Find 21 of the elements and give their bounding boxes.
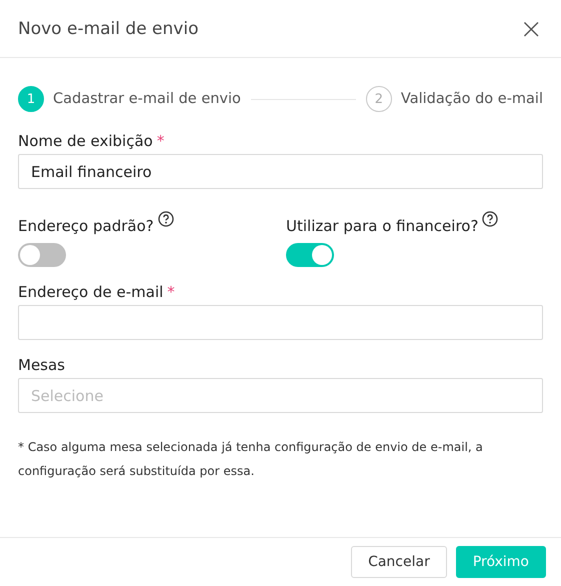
input-field[interactable]: Email financeiro bbox=[18, 154, 543, 189]
note-text: * Caso alguma mesa selecionada já tenha configuração de envio de e-mail, a configuração será substituída por essa. bbox=[18, 439, 484, 480]
toggle-switch[interactable] bbox=[18, 243, 66, 267]
dialog-title: Novo e-mail de envio bbox=[18, 18, 198, 38]
toggle-label: Utilizar para o financeiro? bbox=[286, 217, 478, 235]
step-number: 2 bbox=[366, 86, 392, 112]
toggle-label: Endereço padrão? bbox=[18, 217, 154, 235]
field-label: Nome de exibição bbox=[18, 132, 153, 150]
help-icon[interactable] bbox=[158, 211, 174, 227]
field-label: Mesas bbox=[18, 356, 65, 374]
required-asterisk: * bbox=[156, 132, 164, 150]
step-label: Validação do e-mail bbox=[400, 91, 543, 107]
input-field[interactable] bbox=[18, 305, 543, 340]
field-label: Endereço de e-mail bbox=[18, 283, 164, 301]
cancel-button[interactable]: Cancelar bbox=[351, 546, 447, 578]
input-field[interactable]: Selecione bbox=[18, 378, 543, 413]
required-asterisk: * bbox=[167, 283, 175, 301]
toggle-switch[interactable] bbox=[286, 243, 334, 267]
help-icon[interactable] bbox=[482, 211, 498, 227]
step-number: 1 bbox=[18, 86, 44, 112]
step-label: Cadastrar e-mail de envio bbox=[53, 91, 241, 107]
